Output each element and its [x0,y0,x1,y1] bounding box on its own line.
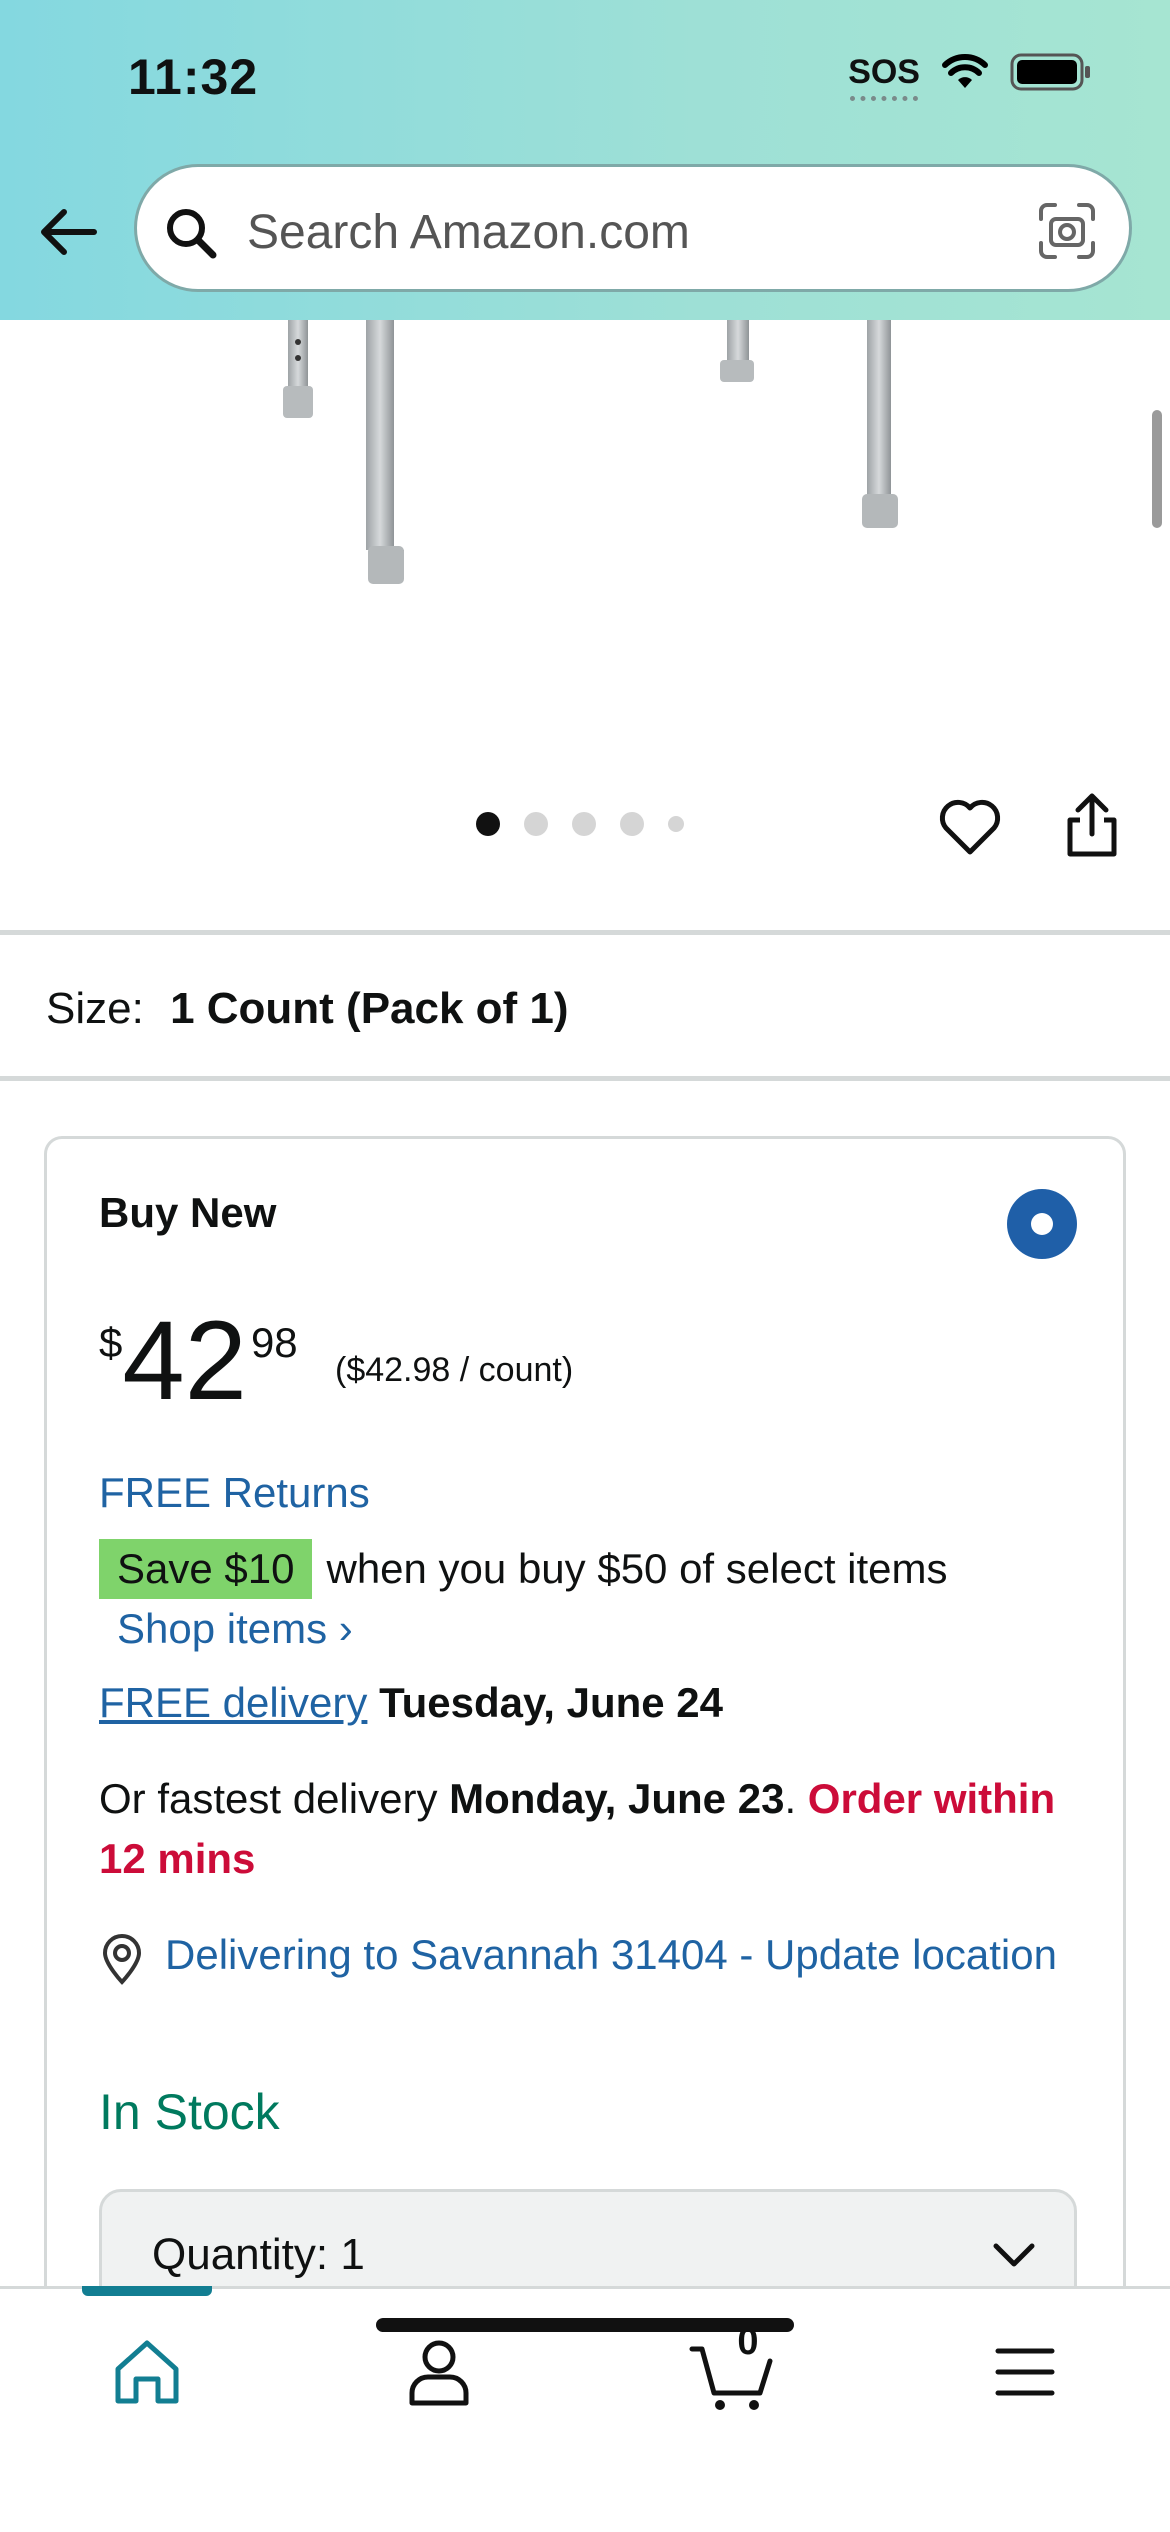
buy-new-title: Buy New [99,1189,277,1236]
buy-new-card[interactable]: Buy New $ 42 98 ($42.98 / count) FREE Re… [44,1136,1126,2436]
status-icons: SOS [848,52,1092,101]
price-whole: 42 [122,1298,247,1423]
pagination-dot[interactable] [572,812,596,836]
pagination-dot-active[interactable] [476,812,500,836]
scroll-indicator[interactable] [1152,410,1162,528]
fastest-date: Monday, June 23 [449,1775,785,1822]
free-returns-link[interactable]: FREE Returns [99,1469,370,1517]
search-placeholder: Search Amazon.com [247,206,690,259]
pagination-dot[interactable] [524,812,548,836]
fastest-prefix: Or fastest delivery [99,1775,438,1822]
pagination-dot[interactable] [620,812,644,836]
shop-items-link[interactable]: Shop items › [117,1605,353,1653]
quantity-label: Quantity: [152,2230,329,2279]
tab-menu[interactable] [980,2327,1070,2417]
size-value: 1 Count (Pack of 1) [170,984,569,1033]
battery-icon [1010,53,1090,91]
home-icon [115,2340,179,2404]
free-delivery-link[interactable]: FREE delivery [99,1679,367,1726]
save-badge: Save $10 [99,1539,313,1599]
size-label: Size: [46,984,144,1033]
quantity-value: 1 [340,2230,365,2279]
active-tab-indicator [82,2286,212,2296]
menu-icon [995,2348,1055,2396]
section-divider [0,930,1170,935]
buy-new-radio[interactable] [1007,1189,1077,1259]
delivery-location-text[interactable]: Delivering to Savannah 31404 - Update lo… [165,1931,1057,1978]
location-pin-icon [102,1934,142,1985]
home-indicator [376,2318,794,2332]
search-icon [167,209,217,259]
free-delivery-row: FREE delivery Tuesday, June 24 [99,1679,723,1727]
share-icon[interactable] [1060,790,1124,860]
heart-icon[interactable] [938,796,1002,860]
tab-account[interactable] [394,2327,484,2417]
section-divider [0,1076,1170,1081]
stock-status: In Stock [99,2084,280,2140]
price: $ 42 98 [99,1298,298,1423]
fastest-period: . [784,1775,797,1822]
search-input[interactable]: Search Amazon.com [134,164,1132,292]
wifi-icon [942,54,988,88]
chevron-down-icon [993,2243,1035,2267]
sos-indicator: SOS [848,53,920,101]
tab-home[interactable] [102,2327,192,2417]
account-icon [409,2340,469,2406]
camera-search-icon[interactable] [1037,201,1097,261]
tab-cart[interactable]: 0 [688,2321,778,2417]
free-delivery-date: Tuesday, June 24 [379,1679,723,1726]
size-row[interactable]: Size: 1 Count (Pack of 1) [46,984,569,1034]
save-text: when you buy $50 of select items [326,1545,948,1592]
header: 11:32 SOS Search Amazon.com [0,0,1170,320]
save-promo: Save $10 when you buy $50 of select item… [99,1539,948,1599]
fastest-delivery: Or fastest delivery Monday, June 23. Ord… [99,1769,1079,1889]
status-time: 11:32 [128,49,259,105]
image-pagination-dots[interactable] [476,812,684,836]
pagination-dot[interactable] [668,816,684,832]
quantity-text: Quantity: 1 [152,2230,365,2280]
delivery-location-link[interactable]: Delivering to Savannah 31404 - Update lo… [99,1925,1079,1985]
unit-price: ($42.98 / count) [335,1351,574,1389]
price-fraction: 98 [250,1319,298,1366]
back-arrow-icon[interactable] [36,200,100,264]
price-symbol: $ [99,1319,123,1366]
